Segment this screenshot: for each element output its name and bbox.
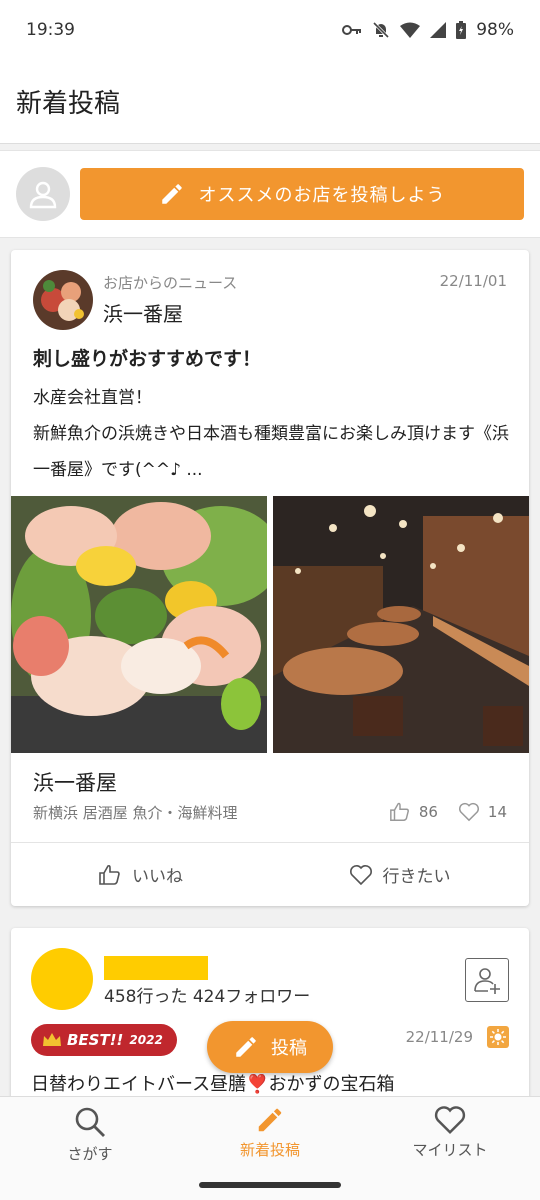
shop-name[interactable]: 浜一番屋 — [103, 298, 183, 327]
like-button[interactable]: いいね — [11, 843, 270, 906]
sashimi-photo[interactable] — [11, 496, 267, 753]
card-actions: いいね 行きたい — [11, 842, 529, 906]
compose-post-button[interactable]: オススメのお店を投稿しよう — [80, 168, 524, 220]
follower-count: 424フォロワー — [192, 987, 311, 1007]
like-button-label: いいね — [132, 867, 183, 887]
sun-icon — [487, 1026, 509, 1048]
key-icon — [342, 25, 362, 35]
user-avatar[interactable] — [31, 948, 93, 1010]
heart-icon — [349, 864, 372, 885]
nav-mylist-label: マイリスト — [412, 1141, 488, 1159]
crown-icon — [43, 1033, 61, 1046]
signal-icon — [430, 22, 447, 38]
page-title: 新着投稿 — [16, 89, 121, 119]
thumbs-up-icon — [389, 802, 409, 821]
status-icons: 98% — [342, 20, 514, 40]
user-stats: 458行った 424フォロワー — [104, 982, 310, 1007]
compose-row: オススメのお店を投稿しよう — [0, 150, 540, 238]
nav-item-new-posts[interactable]: 新着投稿 — [210, 1105, 330, 1160]
want-to-go-button[interactable]: 行きたい — [270, 843, 529, 906]
post-title: 刺し盛りがおすすめです！ — [33, 348, 262, 370]
photo-row — [11, 496, 529, 753]
user-post-title: 日替わりエイトバース昼膳❣️おかずの宝石箱 — [31, 1074, 395, 1095]
post-fab[interactable]: 投稿 — [207, 1021, 333, 1073]
restaurant-interior-photo[interactable] — [273, 496, 529, 753]
nav-item-search[interactable]: さがす — [30, 1105, 150, 1164]
my-avatar[interactable] — [16, 167, 70, 221]
like-count: 86 — [418, 803, 438, 821]
home-indicator[interactable] — [199, 1182, 341, 1188]
post-date: 22/11/01 — [439, 272, 507, 290]
person-icon — [29, 181, 57, 209]
best-badge: BEST!! 2022 — [31, 1024, 177, 1056]
user-name-redacted[interactable] — [104, 956, 208, 980]
app-bar: 新着投稿 — [0, 60, 540, 144]
shop-avatar[interactable] — [33, 270, 93, 330]
wifi-icon — [400, 22, 421, 38]
best-badge-year: 2022 — [129, 1033, 163, 1047]
pencil-icon — [236, 1037, 256, 1057]
pencil-icon — [161, 184, 182, 204]
news-kicker: お店からのニュース — [103, 274, 238, 292]
place-stats: 86 14 — [389, 801, 507, 823]
user-post-date: 22/11/29 — [405, 1028, 473, 1046]
best-badge-label: BEST!! — [67, 1031, 124, 1049]
follow-button[interactable] — [465, 958, 509, 1002]
news-post-card[interactable]: お店からのニュース 22/11/01 浜一番屋 刺し盛りがおすすめです！ 水産会… — [11, 250, 529, 906]
heart-icon — [458, 802, 479, 822]
battery-icon — [456, 21, 467, 39]
post-fab-label: 投稿 — [271, 1038, 307, 1059]
post-body-line: 新鮮魚介の浜焼きや日本酒も種類豊富にお楽しみ頂けます《浜一番屋》です(^^♪ .… — [33, 424, 509, 480]
battery-percent: 98% — [476, 20, 514, 40]
status-time: 19:39 — [26, 20, 75, 40]
shop-avatar-image — [33, 270, 93, 330]
nav-item-mylist[interactable]: マイリスト — [390, 1105, 510, 1160]
want-count: 14 — [487, 803, 507, 821]
post-body-line: 水産会社直営！ — [33, 388, 152, 408]
compose-post-label: オススメのお店を投稿しよう — [198, 185, 446, 206]
pencil-icon — [258, 1108, 282, 1132]
post-body: 水産会社直営！ 新鮮魚介の浜焼きや日本酒も種類豊富にお楽しみ頂けます《浜一番屋》… — [33, 380, 511, 488]
bell-off-icon — [373, 21, 390, 39]
status-bar: 19:39 98% — [0, 0, 540, 60]
want-to-go-label: 行きたい — [382, 867, 451, 887]
place-tags: 新横浜 居酒屋 魚介・海鮮料理 — [33, 804, 238, 822]
nav-new-posts-label: 新着投稿 — [239, 1141, 300, 1159]
add-person-icon — [474, 968, 500, 994]
nav-search-label: さがす — [67, 1145, 113, 1163]
went-count: 458行った — [104, 987, 188, 1007]
place-name[interactable]: 浜一番屋 — [33, 767, 117, 797]
thumbs-up-icon — [99, 864, 120, 885]
search-icon — [75, 1107, 105, 1137]
heart-icon — [434, 1106, 466, 1135]
